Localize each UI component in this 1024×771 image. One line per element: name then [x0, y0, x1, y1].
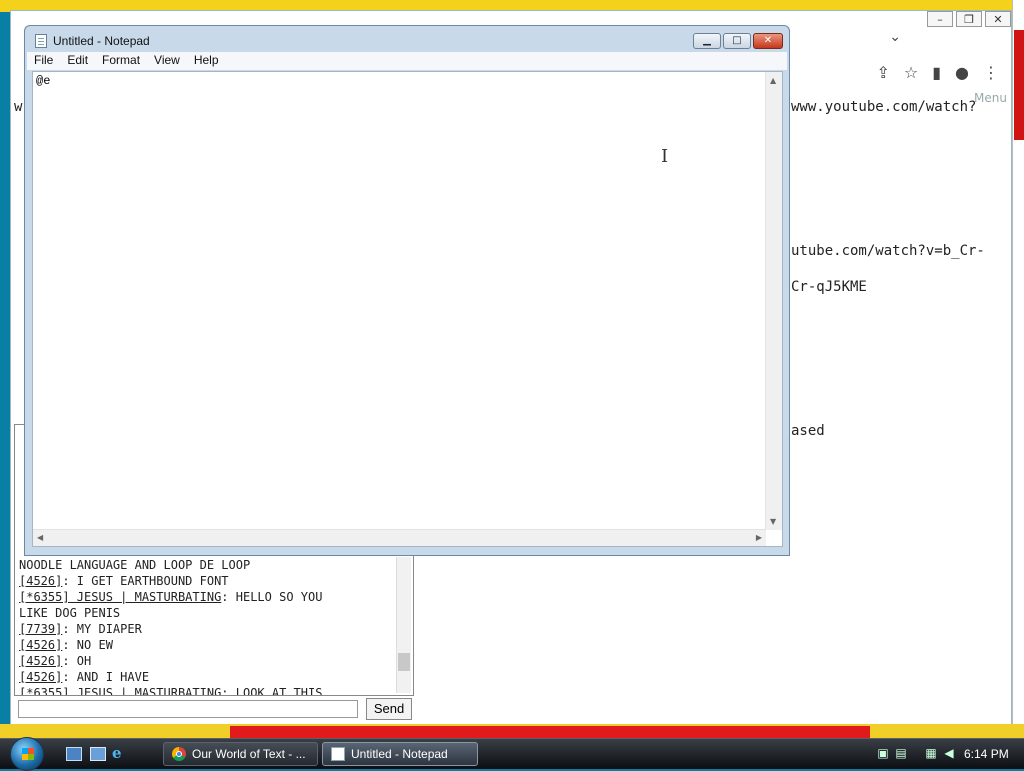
minimize-button[interactable]: ▁ — [693, 33, 721, 49]
volume-muted-icon[interactable]: ◀ — [942, 746, 956, 760]
chevron-down-icon[interactable]: ⌄ — [889, 29, 901, 45]
chat-message: [4526]: AND I HAVE — [19, 670, 150, 684]
send-button[interactable]: Send — [366, 698, 412, 720]
editor-content[interactable]: @e — [36, 74, 50, 88]
start-button[interactable] — [10, 737, 44, 771]
connection-icon[interactable]: ▦ — [924, 746, 938, 760]
notepad-icon — [35, 34, 47, 48]
vertical-scrollbar[interactable]: ▲ ▼ — [765, 72, 782, 530]
text-fragment: w — [14, 99, 23, 115]
chat-input-row: Send — [14, 698, 416, 722]
chat-message: [*6355] JESUS | MASTURBATING: LOOK AT TH… — [19, 686, 323, 696]
scroll-left-icon[interactable]: ◀ — [37, 533, 43, 542]
taskbar-item-label: Untitled - Notepad — [351, 747, 448, 761]
text-line: ased — [791, 423, 825, 439]
chat-message: NOODLE LANGUAGE AND LOOP DE LOOP — [19, 558, 251, 572]
taskbar-item-notepad[interactable]: Untitled - Notepad — [322, 742, 478, 766]
menu-help[interactable]: Help — [187, 52, 226, 70]
chat-message: [4526]: I GET EARTHBOUND FONT — [19, 574, 229, 588]
window-title: Untitled - Notepad — [53, 34, 150, 48]
chat-message: LIKE DOG PENIS — [19, 606, 121, 620]
taskbar: e Our World of Text - ... Untitled - Not… — [0, 737, 1024, 771]
browser-caption-buttons: – ❐ ✕ — [924, 11, 1011, 29]
side-panel-icon[interactable]: ▮ — [932, 63, 941, 82]
chat-input[interactable] — [18, 700, 358, 718]
more-menu-icon[interactable]: ⋮ — [983, 63, 999, 82]
system-tray: ▣ ▤ ▦ ◀ 6:14 PM — [870, 743, 1020, 765]
text-line: www.youtube.com/watch? — [791, 99, 977, 115]
notepad-icon — [331, 747, 345, 761]
menu-bar: File Edit Format View Help — [27, 52, 787, 70]
text-line: utube.com/watch?v=b_Cr- — [791, 243, 985, 259]
text-editor[interactable]: @e I ▲ ▼ ◀ ▶ — [32, 71, 783, 547]
updates-icon[interactable]: ▤ — [894, 746, 908, 760]
browser-close-button[interactable]: ✕ — [985, 11, 1011, 27]
browser-toolbar: ⇪ ☆ ▮ ● ⋮ — [876, 63, 999, 82]
chat-message: [7739]: MY DIAPER — [19, 622, 142, 636]
menu-label[interactable]: Menu — [974, 91, 1007, 105]
chat-message: [*6355] JESUS | MASTURBATING: HELLO SO Y… — [19, 590, 323, 604]
chat-message: [4526]: OH — [19, 654, 92, 668]
desktop-background-art — [1014, 30, 1024, 140]
scroll-down-icon[interactable]: ▼ — [770, 517, 776, 526]
chat-messages: NOODLE LANGUAGE AND LOOP DE LOOP [4526]:… — [19, 557, 393, 696]
chat-scrollbar[interactable] — [396, 557, 411, 693]
horizontal-scrollbar[interactable]: ◀ ▶ — [33, 529, 766, 546]
scroll-right-icon[interactable]: ▶ — [756, 533, 762, 542]
network-icon[interactable]: ▣ — [876, 746, 890, 760]
browser-minimize-button[interactable]: – — [927, 11, 953, 27]
switch-windows-icon[interactable] — [90, 747, 106, 761]
taskbar-item-label: Our World of Text - ... — [192, 747, 306, 761]
chrome-icon — [172, 747, 186, 761]
close-button[interactable]: ✕ — [753, 33, 783, 49]
share-icon[interactable]: ⇪ — [876, 63, 889, 82]
star-icon[interactable]: ☆ — [904, 63, 918, 82]
internet-explorer-icon[interactable]: e — [112, 744, 128, 762]
menu-edit[interactable]: Edit — [60, 52, 95, 70]
browser-maximize-button[interactable]: ❐ — [956, 11, 982, 27]
maximize-button[interactable]: □ — [723, 33, 751, 49]
chat-message: [4526]: NO EW — [19, 638, 113, 652]
show-desktop-icon[interactable] — [66, 747, 82, 761]
notepad-window[interactable]: Untitled - Notepad ▁ □ ✕ File Edit Forma… — [24, 25, 790, 556]
menu-file[interactable]: File — [27, 52, 60, 70]
text-line: Cr-qJ5KME — [791, 279, 867, 295]
clock[interactable]: 6:14 PM — [964, 747, 1009, 761]
profile-icon[interactable]: ● — [955, 63, 969, 82]
text-cursor-icon: I — [661, 146, 669, 167]
menu-view[interactable]: View — [147, 52, 187, 70]
scroll-up-icon[interactable]: ▲ — [770, 76, 776, 85]
chat-scrollbar-thumb[interactable] — [398, 653, 410, 671]
menu-format[interactable]: Format — [95, 52, 147, 70]
taskbar-item-chrome[interactable]: Our World of Text - ... — [163, 742, 318, 766]
